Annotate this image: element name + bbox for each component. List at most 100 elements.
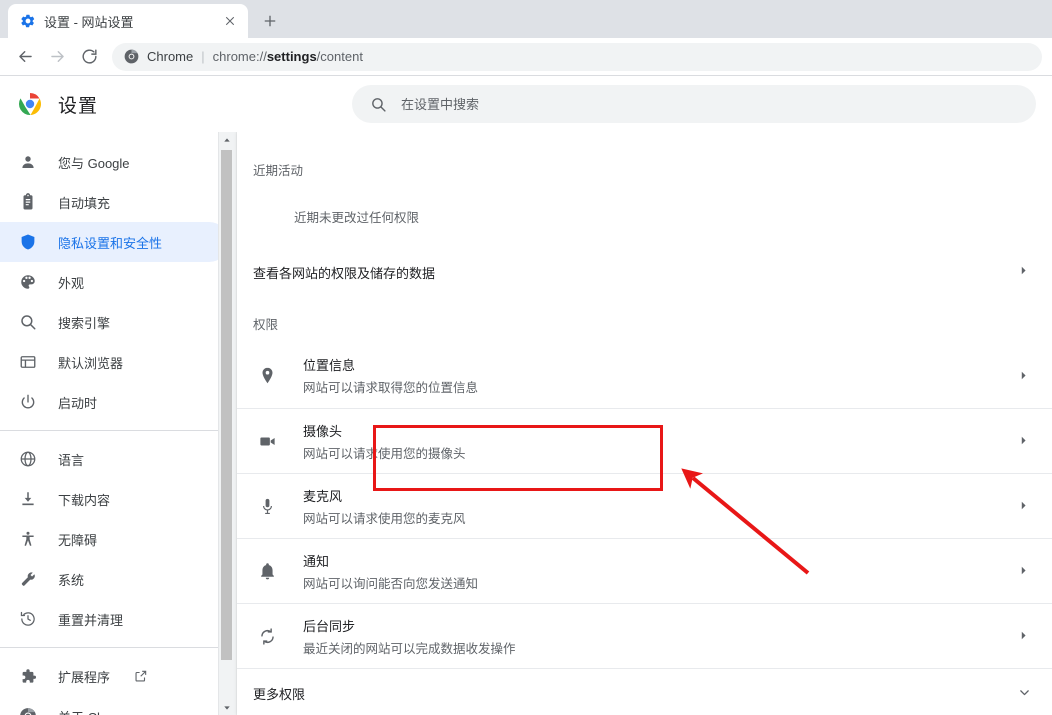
permission-description: 网站可以请求使用您的麦克风: [303, 511, 466, 526]
permission-row-background-sync[interactable]: 后台同步 最近关闭的网站可以完成数据收发操作: [237, 603, 1052, 668]
reload-icon[interactable]: [74, 42, 104, 72]
scrollbar-thumb[interactable]: [221, 150, 232, 660]
sidebar-item-label: 隐私设置和安全性: [58, 235, 163, 251]
permission-text: 位置信息 网站可以请求取得您的位置信息: [303, 355, 1018, 396]
globe-icon: [18, 449, 38, 469]
sidebar-item-reset-and-cleanup[interactable]: 重置并清理: [0, 599, 229, 639]
permission-row-location[interactable]: 位置信息 网站可以请求取得您的位置信息: [237, 343, 1052, 408]
person-icon: [18, 152, 38, 172]
close-icon[interactable]: [220, 11, 240, 31]
permission-description: 最近关闭的网站可以完成数据收发操作: [303, 641, 516, 656]
chevron-right-icon: [1018, 628, 1034, 644]
page-title: 设置: [58, 95, 99, 117]
sidebar-group-main: 您与 Google 自动填充 隐私设置和安全性 外观 搜索引擎 默认浏览器 启动…: [0, 132, 233, 422]
sidebar-item-default-browser[interactable]: 默认浏览器: [0, 342, 229, 382]
sidebar-item-label: 系统: [58, 572, 85, 588]
sidebar-item-privacy-and-security[interactable]: 隐私设置和安全性: [0, 222, 229, 262]
shield-icon: [18, 232, 38, 252]
sidebar-item-about-chrome[interactable]: 关于 Chrome: [0, 696, 229, 715]
power-icon: [18, 392, 38, 412]
chevron-right-icon: [1018, 264, 1034, 280]
chrome-logo-icon: [124, 49, 139, 64]
new-tab-button[interactable]: [256, 7, 284, 35]
sidebar-item-accessibility[interactable]: 无障碍: [0, 519, 229, 559]
forward-arrow-icon[interactable]: [42, 42, 72, 72]
permission-title: 位置信息: [303, 358, 356, 373]
sidebar-item-on-startup[interactable]: 启动时: [0, 382, 229, 422]
sidebar-item-languages[interactable]: 语言: [0, 439, 229, 479]
scroll-up-icon[interactable]: [219, 132, 233, 147]
sidebar-item-search-engine[interactable]: 搜索引擎: [0, 302, 229, 342]
sidebar-item-label: 启动时: [58, 395, 98, 411]
puzzle-icon: [18, 666, 38, 686]
tab-title: 设置 - 网站设置: [44, 14, 134, 30]
chrome-logo-icon: [18, 92, 42, 116]
permission-text: 麦克风 网站可以请求使用您的麦克风: [303, 486, 1018, 527]
settings-body: 您与 Google 自动填充 隐私设置和安全性 外观 搜索引擎 默认浏览器 启动…: [0, 132, 1052, 715]
sidebar-item-label: 下载内容: [58, 492, 111, 508]
sidebar-item-system[interactable]: 系统: [0, 559, 229, 599]
location-pin-icon: [255, 364, 279, 388]
browser-window-icon: [18, 352, 38, 372]
permission-description: 网站可以请求使用您的摄像头: [303, 446, 466, 461]
sidebar-divider-1: [0, 430, 233, 431]
wrench-icon: [18, 569, 38, 589]
permissions-list: 位置信息 网站可以请求取得您的位置信息 摄像头 网站可以请求使用您的摄像头 麦克…: [237, 343, 1052, 668]
sidebar-item-appearance[interactable]: 外观: [0, 262, 229, 302]
search-input[interactable]: [401, 96, 1018, 112]
omnibox-separator: |: [201, 49, 205, 64]
permission-title: 麦克风: [303, 488, 343, 504]
sync-icon: [255, 624, 279, 648]
sidebar-group-secondary: 语言 下载内容 无障碍 系统 重置并清理: [0, 439, 233, 639]
permission-title: 摄像头: [303, 423, 343, 439]
permission-title: 后台同步: [303, 618, 356, 634]
sidebar-item-label: 重置并清理: [58, 612, 124, 628]
search-icon: [370, 96, 387, 113]
url-suffix: /content: [316, 49, 363, 64]
more-permissions-label: 更多权限: [253, 687, 306, 702]
chrome-logo-icon: [18, 706, 38, 715]
settings-search-box[interactable]: [352, 85, 1036, 123]
permission-text: 通知 网站可以询问能否向您发送通知: [303, 551, 1018, 592]
sidebar-item-extensions[interactable]: 扩展程序: [0, 656, 229, 696]
sidebar-divider-2: [0, 647, 233, 648]
address-bar[interactable]: Chrome | chrome://settings/content: [112, 42, 1042, 71]
back-arrow-icon[interactable]: [10, 42, 40, 72]
scroll-down-icon[interactable]: [219, 700, 233, 715]
settings-header: 设置: [0, 76, 1052, 132]
omnibox-scheme-label: Chrome: [147, 49, 194, 64]
browser-tab-settings[interactable]: 设置 - 网站设置: [8, 4, 248, 38]
sidebar-item-label: 搜索引擎: [58, 315, 111, 331]
microphone-icon: [255, 494, 279, 518]
sidebar-scrollbar[interactable]: [218, 132, 233, 715]
tab-strip: 设置 - 网站设置: [0, 0, 1052, 38]
search-icon: [18, 312, 38, 332]
sidebar-item-you-and-google[interactable]: 您与 Google: [0, 142, 229, 182]
more-permissions-row[interactable]: 更多权限: [237, 668, 1052, 715]
sidebar-item-label: 默认浏览器: [58, 355, 124, 371]
chevron-right-icon: [1018, 433, 1034, 449]
sidebar-item-label: 语言: [58, 452, 85, 468]
permissions-header: 权限: [253, 318, 279, 332]
chevron-right-icon: [1018, 368, 1034, 384]
permission-row-camera[interactable]: 摄像头 网站可以请求使用您的摄像头: [237, 408, 1052, 473]
url-bold: settings: [266, 49, 317, 64]
open-in-new-icon: [134, 669, 148, 683]
sidebar-item-autofill[interactable]: 自动填充: [0, 182, 229, 222]
gear-icon: [20, 13, 36, 29]
permission-row-notifications[interactable]: 通知 网站可以询问能否向您发送通知: [237, 538, 1052, 603]
recent-activity-header: 近期活动: [253, 164, 304, 178]
settings-brand: 设置: [0, 91, 352, 118]
sidebar-item-label: 自动填充: [58, 195, 111, 211]
chevron-down-icon: [1018, 686, 1034, 702]
sidebar-item-downloads[interactable]: 下载内容: [0, 479, 229, 519]
chevron-right-icon: [1018, 563, 1034, 579]
palette-icon: [18, 272, 38, 292]
recent-activity-empty-text: 近期未更改过任何权限: [294, 211, 420, 225]
permission-text: 后台同步 最近关闭的网站可以完成数据收发操作: [303, 616, 1018, 657]
sidebar-item-label: 扩展程序: [58, 669, 111, 685]
content-card: 近期活动 近期未更改过任何权限 查看各网站的权限及储存的数据 权限 位置信息 网…: [237, 132, 1052, 715]
clipboard-icon: [18, 192, 38, 212]
permission-row-microphone[interactable]: 麦克风 网站可以请求使用您的麦克风: [237, 473, 1052, 538]
site-data-row[interactable]: 查看各网站的权限及储存的数据: [237, 248, 1052, 296]
